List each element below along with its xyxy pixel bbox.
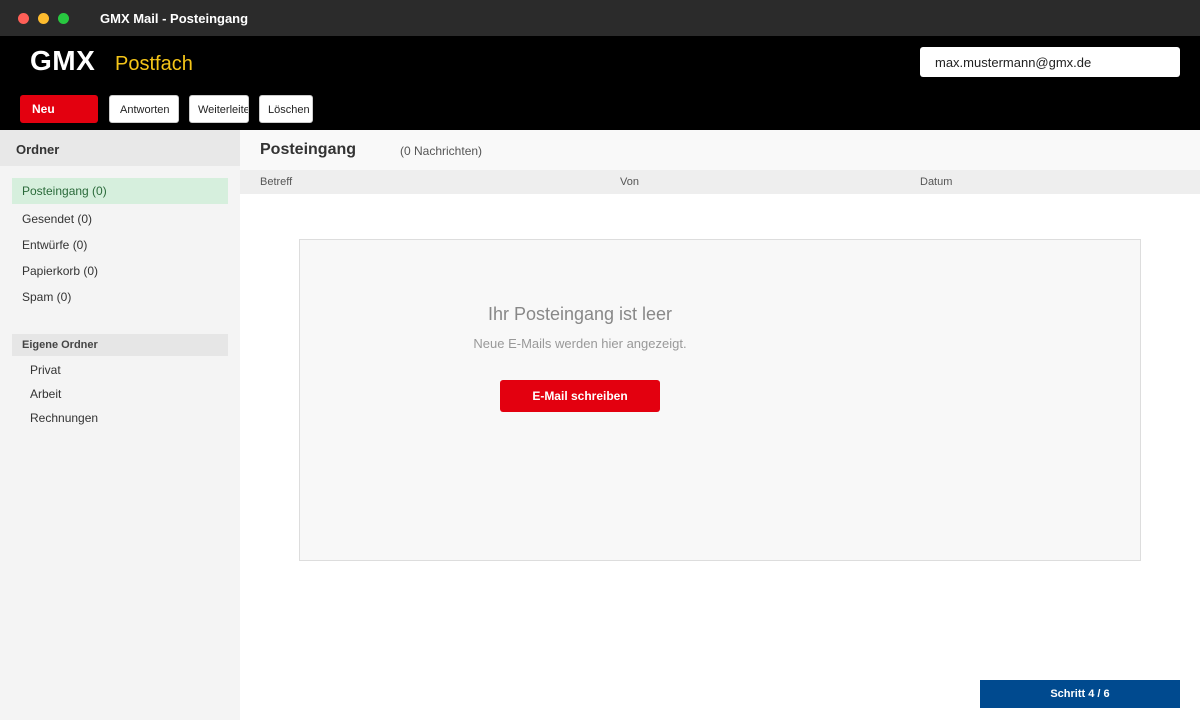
- app-header: GMX Postfach max.mustermann@gmx.de Neu A…: [0, 36, 1200, 130]
- window-title: GMX Mail - Posteingang: [100, 11, 249, 26]
- window-minimize-button[interactable]: [38, 13, 49, 24]
- folder-item-trash[interactable]: Papierkorb (0): [12, 258, 228, 284]
- own-folder-work[interactable]: Arbeit: [30, 387, 220, 407]
- folder-item-drafts[interactable]: Entwürfe (0): [12, 232, 228, 258]
- message-list-header: Betreff Von Datum: [240, 170, 1200, 194]
- column-date[interactable]: Datum: [920, 176, 952, 188]
- page-title: Posteingang: [260, 141, 357, 158]
- message-count: (0 Nachrichten): [400, 144, 483, 158]
- delete-button[interactable]: Löschen: [259, 95, 313, 123]
- empty-state-subtitle: Neue E-Mails werden hier angezeigt.: [473, 336, 687, 351]
- column-from[interactable]: Von: [620, 176, 639, 188]
- empty-state-title: Ihr Posteingang ist leer: [487, 304, 673, 324]
- step-badge: Schritt 4 / 6: [980, 680, 1180, 708]
- own-folders-heading: Eigene Ordner: [12, 334, 228, 356]
- account-email-box[interactable]: max.mustermann@gmx.de: [920, 47, 1180, 77]
- column-subject[interactable]: Betreff: [260, 176, 292, 188]
- folder-item-sent[interactable]: Gesendet (0): [12, 206, 228, 232]
- folder-sidebar: Ordner Posteingang (0) Gesendet (0) Entw…: [0, 130, 240, 720]
- compose-email-button[interactable]: E-Mail schreiben: [500, 380, 660, 412]
- window-titlebar: GMX Mail - Posteingang: [0, 0, 1200, 36]
- inbox-header: Posteingang (0 Nachrichten): [240, 130, 1200, 170]
- forward-button[interactable]: Weiterleiten: [189, 95, 249, 123]
- sidebar-heading: Ordner: [0, 130, 240, 166]
- folder-item-inbox[interactable]: Posteingang (0): [12, 178, 228, 204]
- own-folder-invoices[interactable]: Rechnungen: [30, 411, 220, 431]
- window-close-button[interactable]: [18, 13, 29, 24]
- window-maximize-button[interactable]: [58, 13, 69, 24]
- own-folder-private[interactable]: Privat: [30, 363, 220, 383]
- section-title: Postfach: [115, 53, 193, 75]
- gmx-logo[interactable]: GMX: [30, 45, 95, 77]
- empty-inbox-panel: Ihr Posteingang ist leer Neue E-Mails we…: [299, 239, 1141, 561]
- new-mail-button[interactable]: Neu: [20, 95, 98, 123]
- folder-item-spam[interactable]: Spam (0): [12, 284, 228, 310]
- reply-button[interactable]: Antworten: [109, 95, 179, 123]
